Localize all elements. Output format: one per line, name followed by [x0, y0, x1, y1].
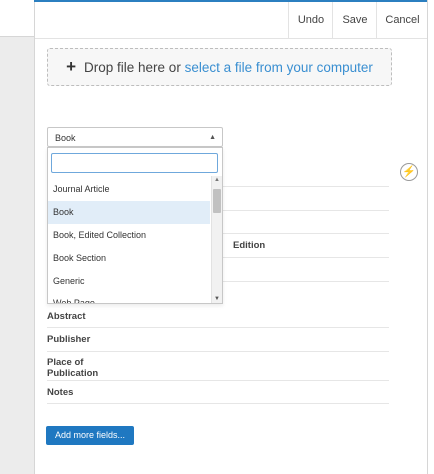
divider: [47, 403, 389, 404]
toolbar: Undo Save Cancel: [35, 2, 427, 39]
dropdown-scrollbar[interactable]: ▲ ▼: [211, 176, 222, 303]
left-rail-header: [0, 0, 34, 37]
abstract-label: Abstract: [47, 311, 86, 322]
edition-label: Edition: [233, 240, 266, 251]
right-border: [427, 0, 428, 474]
cancel-button[interactable]: Cancel: [376, 2, 428, 38]
divider: [223, 281, 389, 282]
item-type-select[interactable]: Book ▲: [47, 127, 223, 147]
add-more-fields-button[interactable]: Add more fields...: [46, 426, 134, 445]
item-type-search-input[interactable]: [51, 153, 218, 173]
divider: [47, 327, 389, 328]
place-of-publication-label: Place of Publication: [47, 357, 98, 379]
option-web-page[interactable]: Web Page: [48, 293, 210, 303]
left-rail: [0, 0, 35, 474]
scrollbar-thumb[interactable]: [213, 189, 221, 213]
publisher-label: Publisher: [47, 334, 91, 345]
divider: [223, 186, 389, 187]
option-book-edited-collection[interactable]: Book, Edited Collection: [48, 224, 210, 247]
chevron-up-icon: ▲: [209, 134, 216, 141]
select-file-link[interactable]: select a file from your computer: [185, 60, 373, 75]
save-button[interactable]: Save: [332, 2, 377, 38]
option-book[interactable]: Book: [48, 201, 210, 224]
plus-icon: +: [66, 57, 77, 76]
divider: [223, 233, 389, 234]
divider: [47, 351, 389, 352]
option-journal-article[interactable]: Journal Article: [48, 178, 210, 201]
item-type-dropdown: Journal Article Book Book, Edited Collec…: [47, 147, 223, 304]
notes-label: Notes: [47, 387, 74, 398]
scroll-down-icon[interactable]: ▼: [212, 296, 222, 302]
place-label-line2: Publication: [47, 368, 99, 379]
divider: [223, 257, 389, 258]
option-generic[interactable]: Generic: [48, 270, 210, 293]
undo-button[interactable]: Undo: [288, 2, 333, 38]
scroll-up-icon[interactable]: ▲: [212, 177, 222, 183]
divider: [47, 380, 389, 381]
file-drop-zone[interactable]: + Drop file here or select a file from yo…: [47, 48, 392, 86]
lightning-icon[interactable]: ⚡: [400, 163, 418, 181]
option-book-section[interactable]: Book Section: [48, 247, 210, 270]
place-label-line1: Place of: [47, 357, 84, 368]
drop-text: Drop file here or: [84, 60, 181, 75]
divider: [223, 210, 389, 211]
item-type-value: Book: [55, 133, 76, 143]
